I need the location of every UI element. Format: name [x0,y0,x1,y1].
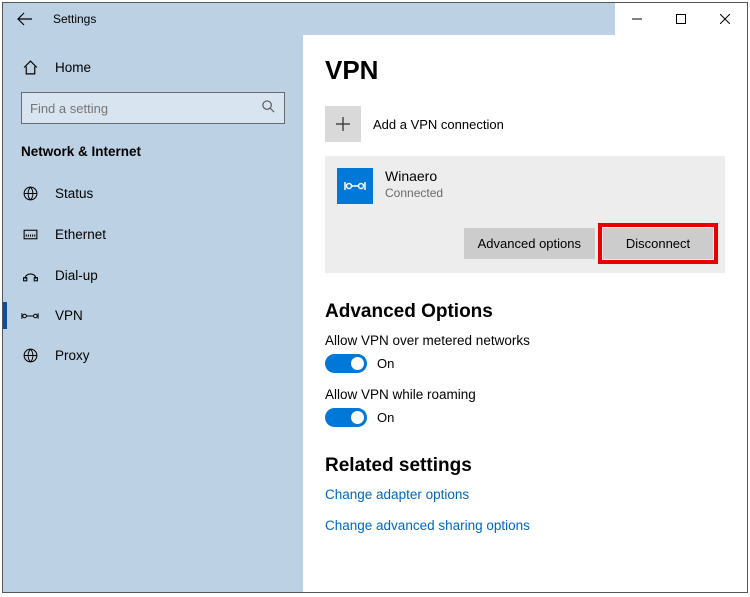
sidebar-section-title: Network & Internet [3,138,303,169]
ethernet-icon [21,226,39,243]
related-settings-heading: Related settings [325,455,725,477]
sidebar-item-home[interactable]: Home [3,49,303,86]
link-advanced-sharing[interactable]: Change advanced sharing options [325,518,725,533]
proxy-icon [21,347,39,364]
home-label: Home [55,60,91,75]
toggle-metered-switch[interactable] [325,354,367,373]
toggle-metered-state: On [377,356,394,371]
link-adapter-options[interactable]: Change adapter options [325,487,725,502]
status-icon [21,185,39,202]
toggle-roaming-label: Allow VPN while roaming [325,387,725,402]
window-controls [615,3,747,35]
sidebar-item-label: VPN [55,308,83,323]
toggle-metered: Allow VPN over metered networks On [325,333,725,373]
advanced-options-heading: Advanced Options [325,301,725,323]
toggle-roaming-state: On [377,410,394,425]
sidebar-item-proxy[interactable]: Proxy [3,335,303,376]
toggle-roaming: Allow VPN while roaming On [325,387,725,427]
sidebar-item-dialup[interactable]: Dial-up [3,255,303,296]
add-vpn-label: Add a VPN connection [373,117,504,132]
back-button[interactable] [3,3,47,35]
close-button[interactable] [703,3,747,35]
page-title: VPN [325,55,725,86]
window-title: Settings [47,12,96,26]
add-vpn-button[interactable]: Add a VPN connection [325,100,725,154]
back-arrow-icon [17,11,33,27]
home-icon [21,59,39,76]
vpn-icon [21,309,39,323]
sidebar-item-vpn[interactable]: VPN [3,296,303,335]
sidebar-item-ethernet[interactable]: Ethernet [3,214,303,255]
toggle-roaming-switch[interactable] [325,408,367,427]
advanced-options-button[interactable]: Advanced options [464,228,595,259]
sidebar-nav: Status Ethernet Dial-up [3,173,303,376]
sidebar: Home Network & Internet Status [3,35,303,592]
toggle-metered-label: Allow VPN over metered networks [325,333,725,348]
vpn-connection-status: Connected [385,186,443,200]
disconnect-button[interactable]: Disconnect [603,228,713,259]
search-icon [261,99,276,117]
plus-icon [325,106,361,142]
sidebar-item-label: Proxy [55,348,90,363]
sidebar-item-status[interactable]: Status [3,173,303,214]
main-panel: VPN Add a VPN connection Winaero Connect… [303,35,747,592]
dialup-icon [21,267,39,284]
search-field[interactable] [30,101,230,116]
vpn-connection-card[interactable]: Winaero Connected Advanced options Disco… [325,156,725,273]
sidebar-item-label: Status [55,186,93,201]
sidebar-item-label: Dial-up [55,268,98,283]
vpn-connection-name: Winaero [385,168,443,184]
maximize-button[interactable] [659,3,703,35]
minimize-button[interactable] [615,3,659,35]
titlebar: Settings [3,3,747,35]
settings-window: Settings Home Networ [2,2,748,593]
sidebar-item-label: Ethernet [55,227,106,242]
vpn-connection-icon [337,168,373,204]
search-input[interactable] [21,92,285,124]
